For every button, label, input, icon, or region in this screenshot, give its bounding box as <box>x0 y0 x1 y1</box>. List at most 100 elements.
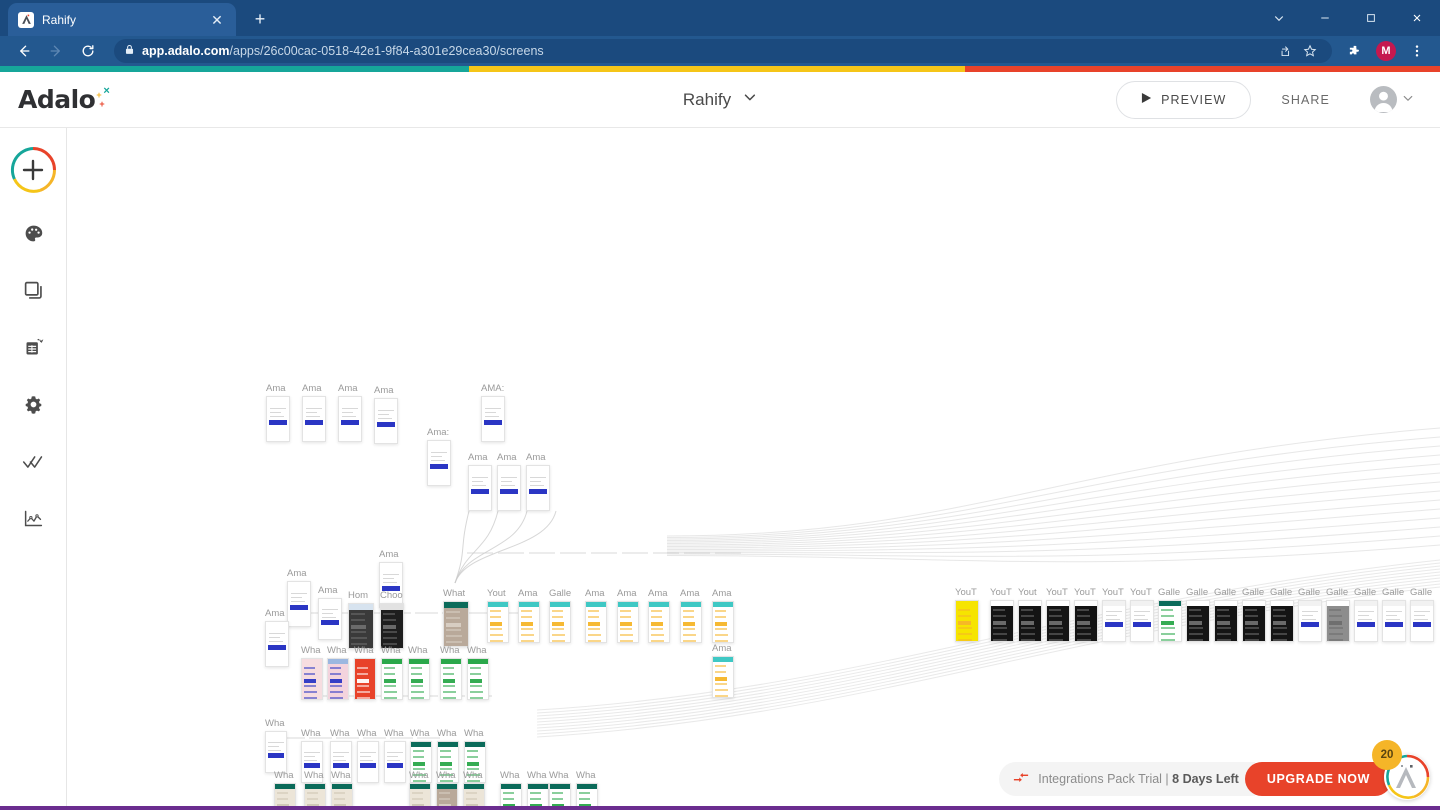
browser-tab[interactable]: Rahify ✕ <box>8 3 236 36</box>
browser-profile-avatar[interactable]: M <box>1376 41 1396 61</box>
screen-thumbnail <box>518 601 540 643</box>
screen-thumbnail <box>549 601 571 643</box>
screen-card[interactable]: Galle <box>1242 587 1266 642</box>
screen-card[interactable]: Wha <box>357 728 379 783</box>
screen-card[interactable]: Galle <box>1270 587 1294 642</box>
screen-card-label: YouT <box>1046 587 1068 598</box>
screen-card[interactable]: Wha <box>467 645 489 700</box>
screen-thumbnail <box>955 600 979 642</box>
screen-card[interactable]: Wha <box>384 728 406 783</box>
screen-card[interactable]: Ama <box>379 549 403 608</box>
screen-card[interactable]: Ama <box>526 452 550 511</box>
upgrade-now-button[interactable]: UPGRADE NOW <box>1244 762 1392 796</box>
add-button[interactable] <box>9 146 57 194</box>
screen-card[interactable]: Hom <box>348 590 374 649</box>
screen-card[interactable]: Ama <box>338 383 362 442</box>
screen-card[interactable]: Ama <box>712 643 734 698</box>
screen-card[interactable]: Galle <box>1298 587 1322 642</box>
screen-card[interactable]: Yout <box>1018 587 1042 642</box>
screen-card[interactable]: Wha <box>408 645 430 700</box>
screen-card[interactable]: Ama <box>648 588 670 643</box>
back-button[interactable] <box>10 37 38 65</box>
help-widget[interactable]: 20 <box>1372 740 1434 802</box>
screen-card[interactable]: Ama <box>497 452 521 511</box>
puzzle-icon[interactable] <box>1342 38 1368 64</box>
screen-card[interactable]: Galle <box>1326 587 1350 642</box>
screen-card[interactable]: What <box>443 588 469 647</box>
forward-button[interactable] <box>42 37 70 65</box>
reload-button[interactable] <box>74 37 102 65</box>
tab-search-button[interactable] <box>1256 0 1302 36</box>
screen-card[interactable]: Ama <box>318 585 342 640</box>
star-icon[interactable] <box>1298 39 1322 63</box>
close-window-button[interactable] <box>1394 0 1440 36</box>
screen-card[interactable]: Galle <box>1214 587 1238 642</box>
screen-card[interactable]: Galle <box>1354 587 1378 642</box>
screen-card[interactable]: Wha <box>440 645 462 700</box>
share-icon[interactable] <box>1272 39 1296 63</box>
screen-card[interactable]: Ama <box>712 588 734 643</box>
screen-card[interactable]: Wha <box>301 645 323 700</box>
sidebar-item-screens[interactable] <box>9 269 57 317</box>
sidebar-item-branding[interactable] <box>9 212 57 260</box>
screen-card[interactable]: YouT <box>990 587 1014 642</box>
screen-card[interactable]: Ama <box>617 588 639 643</box>
screen-thumbnail <box>443 601 469 647</box>
screen-thumbnail <box>526 465 550 511</box>
adalo-logo[interactable]: Adalo + × + <box>0 85 300 114</box>
screen-card-label: Wha <box>436 770 456 781</box>
screen-card[interactable]: YouT <box>955 587 979 642</box>
screen-card-label: Wha <box>327 645 347 656</box>
address-bar[interactable]: app.adalo.com/apps/26c00cac-0518-42e1-9f… <box>114 39 1332 63</box>
screen-card[interactable]: Galle <box>1410 587 1434 642</box>
sidebar-item-database[interactable] <box>9 326 57 374</box>
screen-card[interactable]: Galle <box>1186 587 1210 642</box>
screen-card-label: Wha <box>265 718 285 729</box>
screen-card[interactable]: Yout <box>487 588 509 643</box>
maximize-button[interactable] <box>1348 0 1394 36</box>
app-title-dropdown[interactable]: Rahify <box>683 90 757 110</box>
screens-canvas[interactable]: Ama Ama Ama Ama AMA: Ama: Ama Ama Ama Ama Ama Ama Am… <box>67 128 1440 810</box>
screen-card-label: Wha <box>381 645 401 656</box>
screen-card-label: Wha <box>440 645 460 656</box>
new-tab-button[interactable]: + <box>246 5 274 33</box>
preview-button[interactable]: PREVIEW <box>1116 80 1252 119</box>
screen-card[interactable]: Ama <box>287 568 311 627</box>
sidebar-item-analytics[interactable] <box>9 497 57 545</box>
screen-card[interactable]: YouT <box>1130 587 1154 642</box>
screen-card[interactable]: YouT <box>1046 587 1070 642</box>
screen-card-label: Yout <box>487 588 506 599</box>
sidebar-item-settings[interactable] <box>9 383 57 431</box>
screen-card[interactable]: Galle <box>549 588 571 643</box>
screen-card[interactable]: Ama <box>265 608 289 667</box>
screen-card[interactable]: Wha <box>327 645 349 700</box>
screen-card[interactable]: Ama <box>680 588 702 643</box>
share-button[interactable]: SHARE <box>1255 93 1356 107</box>
screen-thumbnail <box>487 601 509 643</box>
screen-card[interactable]: Ama <box>302 383 326 442</box>
screen-card[interactable]: Galle <box>1158 587 1182 642</box>
screen-card[interactable]: Choo <box>380 590 404 649</box>
close-icon[interactable]: ✕ <box>208 13 226 27</box>
kebab-menu-icon[interactable] <box>1404 38 1430 64</box>
screen-card[interactable]: Ama <box>585 588 607 643</box>
screen-card[interactable]: AMA: <box>481 383 505 442</box>
screen-card[interactable]: Wha <box>381 645 403 700</box>
sidebar-item-publish[interactable] <box>9 440 57 488</box>
help-badge-count[interactable]: 20 <box>1372 740 1402 770</box>
screen-card[interactable]: Wha <box>354 645 376 700</box>
screen-card[interactable]: Wha <box>265 718 287 773</box>
screen-thumbnail <box>712 601 734 643</box>
screen-card[interactable]: Ama <box>518 588 540 643</box>
user-menu[interactable] <box>1360 86 1414 113</box>
screen-card[interactable]: Ama <box>266 383 290 442</box>
screen-card-label: Ama <box>680 588 700 599</box>
screen-card[interactable]: Ama: <box>427 427 451 486</box>
screen-card[interactable]: Ama <box>468 452 492 511</box>
screen-card[interactable]: YouT <box>1102 587 1126 642</box>
minimize-button[interactable] <box>1302 0 1348 36</box>
screen-card-label: Wha <box>331 770 351 781</box>
screen-card[interactable]: YouT <box>1074 587 1098 642</box>
screen-card[interactable]: Ama <box>374 385 398 444</box>
screen-card[interactable]: Galle <box>1382 587 1406 642</box>
